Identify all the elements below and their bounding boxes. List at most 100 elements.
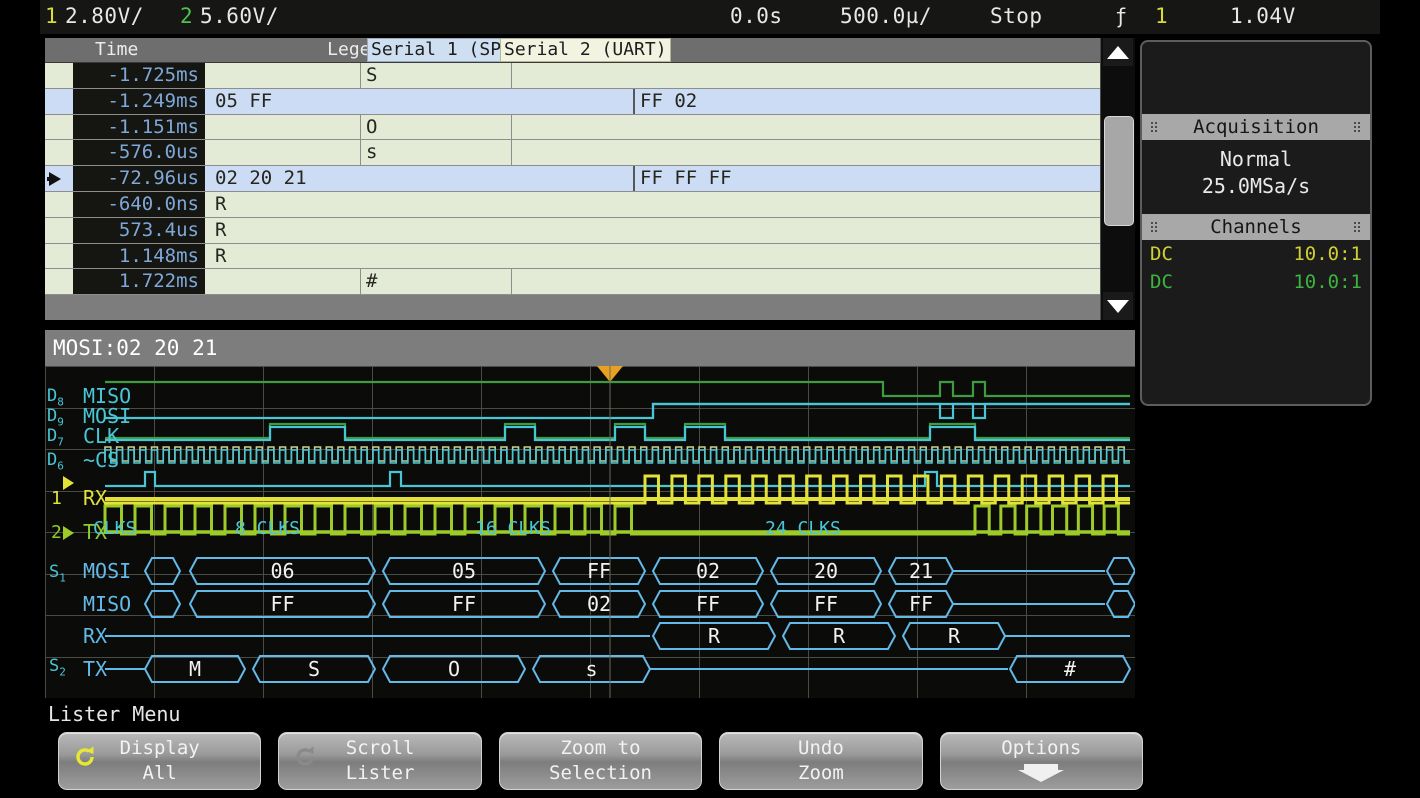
trigger-level[interactable]: 1.04V bbox=[1230, 4, 1296, 28]
table-row[interactable]: -72.96us02 20 21FF FF FF bbox=[45, 166, 1135, 192]
scroll-down-icon[interactable] bbox=[1103, 292, 1133, 320]
softkey-label-top: Options bbox=[941, 737, 1142, 759]
bus-row-label[interactable]: TX bbox=[83, 657, 107, 681]
digital-channel-index-2[interactable]: D7 bbox=[47, 426, 64, 448]
scroll-up-icon[interactable] bbox=[1103, 38, 1133, 66]
channel-row[interactable]: DC10.0:1 bbox=[1142, 240, 1370, 268]
column-header-time: Time bbox=[95, 38, 138, 62]
channel-2-indicator[interactable]: 2 bbox=[180, 4, 193, 28]
svg-text:S: S bbox=[308, 657, 320, 681]
grip-icon-right bbox=[1353, 121, 1362, 133]
cell-serial1-token: O bbox=[362, 115, 512, 140]
trigger-source[interactable]: 1 bbox=[1155, 4, 1168, 28]
table-row[interactable]: -1.249ms05 FFFF 02 bbox=[45, 89, 1135, 115]
channel-1-indicator[interactable]: 1 bbox=[45, 4, 58, 28]
svg-text:FF: FF bbox=[909, 592, 933, 616]
horizontal-delay[interactable]: 0.0s bbox=[730, 4, 783, 28]
table-row[interactable]: -576.0uss bbox=[45, 140, 1135, 166]
svg-text:06: 06 bbox=[270, 559, 294, 583]
channels-section-header[interactable]: Channels bbox=[1142, 214, 1370, 240]
cell-serial1: R bbox=[211, 244, 1093, 269]
zoom-to-selection-button[interactable]: Zoom toSelection bbox=[499, 732, 702, 790]
decode-status-strip: MOSI:02 20 21 bbox=[45, 330, 1135, 366]
channel-1-scale[interactable]: 2.80V/ bbox=[65, 4, 144, 28]
timebase-scale[interactable]: 500.0µ/ bbox=[840, 4, 932, 28]
digital-channel-label-3[interactable]: ~CS bbox=[83, 448, 119, 472]
svg-text:R: R bbox=[708, 624, 721, 648]
svg-text:R: R bbox=[948, 624, 961, 648]
cell-serial1-token: # bbox=[362, 269, 512, 294]
channel-1-position-marker-icon[interactable] bbox=[63, 476, 74, 490]
cell-serial1: R bbox=[211, 218, 1093, 243]
svg-text:02: 02 bbox=[696, 559, 720, 583]
svg-text:05: 05 bbox=[452, 559, 476, 583]
digital-channel-index-3[interactable]: D6 bbox=[47, 450, 64, 472]
side-info-panel: Acquisition Normal 25.0MSa/s Channels DC… bbox=[1140, 40, 1372, 406]
bus-group-index-1[interactable]: S2 bbox=[49, 656, 66, 678]
svg-text:21: 21 bbox=[909, 559, 933, 583]
bus-group-index-0[interactable]: S1 bbox=[49, 562, 66, 584]
grip-icon-left bbox=[1150, 221, 1159, 233]
svg-text:R: R bbox=[833, 624, 846, 648]
cell-time: -1.151ms bbox=[73, 115, 205, 140]
down-arrow-icon bbox=[1018, 761, 1064, 783]
bus-row-label[interactable]: MISO bbox=[83, 592, 131, 616]
lister-header: Time Legend: Serial 1 (SPI) Serial 2 (UA… bbox=[45, 38, 1135, 63]
acquisition-sample-rate: 25.0MSa/s bbox=[1142, 173, 1370, 200]
cell-serial2 bbox=[513, 63, 1093, 88]
softkey-label-bottom: All bbox=[59, 762, 260, 784]
run-state[interactable]: Stop bbox=[990, 4, 1043, 28]
waveform-traces: 0605FF022021FFFF02FFFFFFRRRMSOs# bbox=[45, 366, 1135, 698]
table-row[interactable]: -1.725msS bbox=[45, 63, 1135, 89]
lister-table[interactable]: Time Legend: Serial 1 (SPI) Serial 2 (UA… bbox=[45, 38, 1135, 320]
waveform-display[interactable]: 0605FF022021FFFF02FFFFFFRRRMSOs# D8MISOD… bbox=[45, 366, 1135, 698]
bus-row-label[interactable]: RX bbox=[83, 624, 107, 648]
cell-serial2 bbox=[513, 140, 1093, 165]
table-row[interactable]: -1.151ms O bbox=[45, 115, 1135, 141]
softkey-label-top: Undo bbox=[720, 737, 921, 759]
scroll-lister-button[interactable]: ScrollLister bbox=[278, 732, 481, 790]
scrollbar-thumb[interactable] bbox=[1104, 116, 1134, 226]
digital-channel-label-2[interactable]: CLK bbox=[83, 424, 119, 448]
row-marker bbox=[45, 63, 73, 88]
rising-edge-icon: ƒ bbox=[1115, 4, 1128, 28]
channel-row[interactable]: DC10.0:1 bbox=[1142, 268, 1370, 296]
channel-2-scale[interactable]: 5.60V/ bbox=[200, 4, 279, 28]
top-status-bar: 1 2.80V/ 2 5.60V/ 0.0s 500.0µ/ Stop ƒ 1 … bbox=[40, 0, 1380, 34]
row-marker bbox=[45, 166, 73, 191]
legend-serial2-badge: Serial 2 (UART) bbox=[500, 38, 671, 62]
cell-time: 1.148ms bbox=[73, 244, 205, 269]
cell-serial1-token: s bbox=[362, 140, 512, 165]
analog-channel-index-1[interactable]: 2 bbox=[51, 522, 62, 543]
display-all-button[interactable]: DisplayAll bbox=[58, 732, 261, 790]
clk-annotation: CLKS bbox=[93, 518, 136, 539]
table-row[interactable]: 573.4usR bbox=[45, 218, 1135, 244]
analog-channel-index-0[interactable]: 1 bbox=[51, 488, 62, 509]
undo-zoom-button[interactable]: Undo Zoom bbox=[719, 732, 922, 790]
lister-scrollbar[interactable] bbox=[1100, 38, 1135, 320]
acquisition-body: Normal 25.0MSa/s bbox=[1142, 140, 1370, 214]
cell-serial1 bbox=[211, 269, 361, 294]
svg-text:FF: FF bbox=[270, 592, 294, 616]
lister-rows: -1.725msS-1.249ms05 FFFF 02-1.151ms O-576… bbox=[45, 63, 1135, 321]
softkey-label-top: Zoom to bbox=[500, 737, 701, 759]
channel-2-position-marker-icon[interactable] bbox=[63, 526, 74, 540]
svg-text:FF: FF bbox=[814, 592, 838, 616]
table-row[interactable]: 1.148msR bbox=[45, 244, 1135, 270]
channel-coupling: DC bbox=[1150, 268, 1173, 296]
svg-text:FF: FF bbox=[452, 592, 476, 616]
acquisition-section-header[interactable]: Acquisition bbox=[1142, 114, 1370, 140]
side-panel-blank-area bbox=[1142, 42, 1370, 114]
table-row[interactable]: 1.722ms # bbox=[45, 269, 1135, 295]
cell-time: 1.722ms bbox=[73, 269, 205, 294]
options-button[interactable]: Options bbox=[940, 732, 1143, 790]
table-row[interactable]: -640.0nsR bbox=[45, 192, 1135, 218]
cell-serial1 bbox=[211, 63, 361, 88]
row-marker bbox=[45, 89, 73, 114]
svg-text:02: 02 bbox=[587, 592, 611, 616]
acquisition-title: Acquisition bbox=[1193, 116, 1319, 138]
bus-row-label[interactable]: MOSI bbox=[83, 559, 131, 583]
analog-channel-label-0[interactable]: RX bbox=[83, 486, 107, 510]
softkey-label-bottom: Zoom bbox=[720, 762, 921, 784]
grip-icon-right bbox=[1353, 221, 1362, 233]
